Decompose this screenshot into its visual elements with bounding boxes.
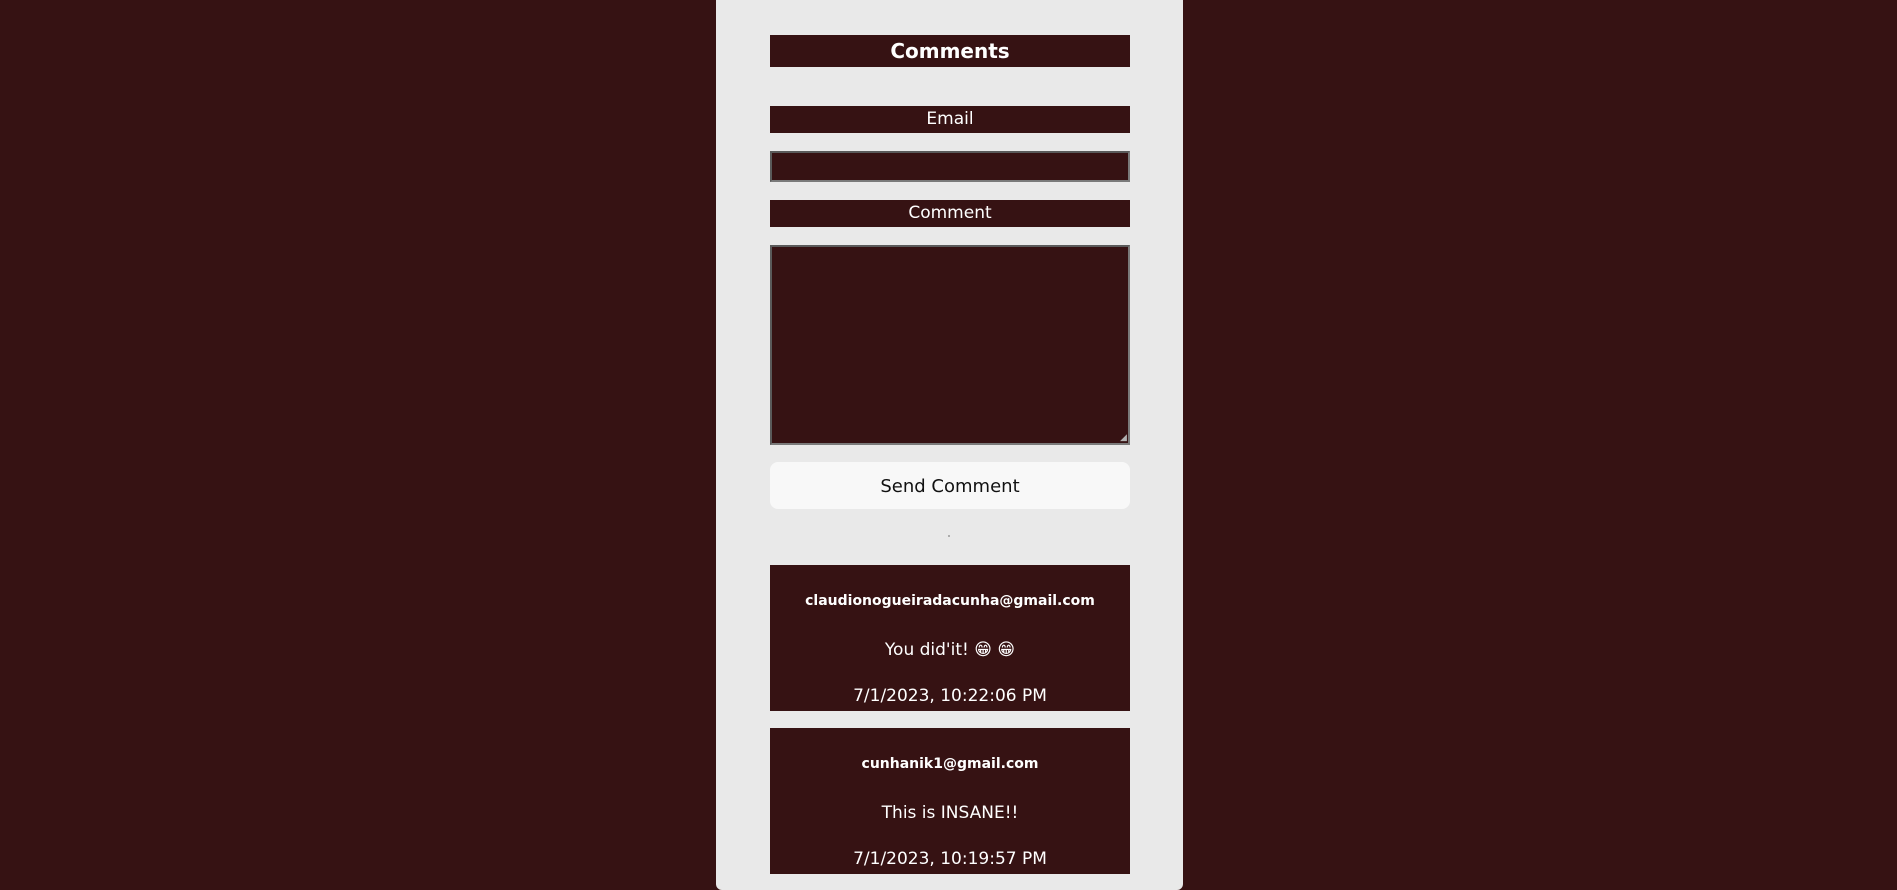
comment-timestamp: 7/1/2023, 10:19:57 PM bbox=[853, 849, 1047, 869]
comment-author-email: cunhanik1@gmail.com bbox=[861, 756, 1039, 772]
comment-textarea[interactable] bbox=[770, 245, 1130, 445]
send-comment-button[interactable]: Send Comment bbox=[770, 462, 1130, 509]
comment-timestamp: 7/1/2023, 10:22:06 PM bbox=[853, 686, 1047, 706]
comment-text: You did'it! 😁 😁 bbox=[884, 640, 1016, 660]
resize-handle-icon[interactable]: ◢ bbox=[1120, 434, 1128, 443]
comment-author-email: claudionogueiradacunha@gmail.com bbox=[805, 593, 1095, 609]
email-field[interactable] bbox=[770, 151, 1130, 182]
comment-card: claudionogueiradacunha@gmail.com You did… bbox=[770, 565, 1130, 711]
email-label: Email bbox=[770, 106, 1130, 133]
comment-card: cunhanik1@gmail.com This is INSANE!! 7/1… bbox=[770, 728, 1130, 874]
comments-panel: Comments Email Comment ◢ Send Comment cl… bbox=[716, 0, 1183, 890]
comments-title: Comments bbox=[770, 35, 1130, 67]
comment-label: Comment bbox=[770, 200, 1130, 227]
comment-text: This is INSANE!! bbox=[881, 803, 1019, 823]
loading-indicator bbox=[948, 535, 950, 537]
